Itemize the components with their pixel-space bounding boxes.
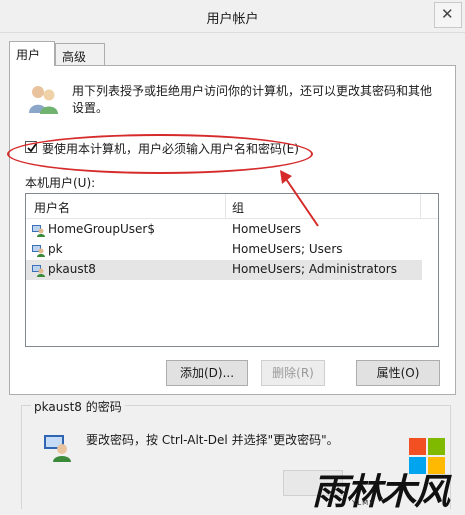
watermark-subtext: YLMF — [352, 499, 375, 507]
row-username: pkaust8 — [48, 262, 96, 276]
user-icon — [32, 265, 45, 277]
remove-user-button[interactable]: 删除(R) — [261, 360, 325, 386]
column-header-username[interactable]: 用户名 — [34, 199, 70, 216]
password-group-title: pkaust8 的密码 — [31, 398, 125, 415]
user-icon — [32, 245, 45, 257]
scrollbar-corner — [420, 194, 438, 218]
table-row[interactable]: HomeGroupUser$ HomeUsers — [26, 220, 422, 240]
column-divider[interactable] — [225, 194, 226, 218]
table-row[interactable]: pkaust8 HomeUsers; Administrators — [26, 260, 422, 280]
list-header: 用户名 组 — [26, 194, 438, 219]
user-icon — [32, 225, 45, 237]
local-users-label: 本机用户(U): — [25, 176, 96, 190]
users-list[interactable]: 用户名 组 HomeGroupUser$ HomeUsers pk HomeUs… — [25, 193, 439, 347]
tab-users[interactable]: 用户 — [9, 41, 55, 66]
add-user-button[interactable]: 添加(D)... — [166, 360, 248, 386]
close-icon: ✕ — [441, 5, 454, 23]
password-instructions: 要改密码，按 Ctrl-Alt-Del 并选择"更改密码"。 — [86, 433, 339, 447]
user-password-icon — [44, 435, 71, 462]
title-bar: 用户帐户 ✕ — [0, 0, 465, 33]
watermark-text: 雨林木风 — [312, 471, 450, 513]
row-group: HomeUsers; Users — [232, 242, 343, 256]
tab-advanced[interactable]: 高级 — [55, 43, 105, 65]
properties-button[interactable]: 属性(O) — [356, 360, 440, 386]
window-title: 用户帐户 — [206, 12, 259, 27]
row-group: HomeUsers; Administrators — [232, 262, 397, 276]
row-username: HomeGroupUser$ — [48, 222, 155, 236]
column-header-group[interactable]: 组 — [232, 199, 244, 216]
table-row[interactable]: pk HomeUsers; Users — [26, 240, 422, 260]
row-username: pk — [48, 242, 63, 256]
close-button[interactable]: ✕ — [434, 2, 462, 28]
users-icon — [29, 86, 58, 114]
users-tab-panel: 用下列表授予或拒绝用户访问你的计算机，还可以更改其密码和其他设置。 要使用本计算… — [9, 65, 456, 395]
annotation-oval — [7, 134, 313, 174]
annotation-arrow-icon — [280, 170, 319, 227]
description-text: 用下列表授予或拒绝用户访问你的计算机，还可以更改其密码和其他设置。 — [72, 84, 433, 115]
